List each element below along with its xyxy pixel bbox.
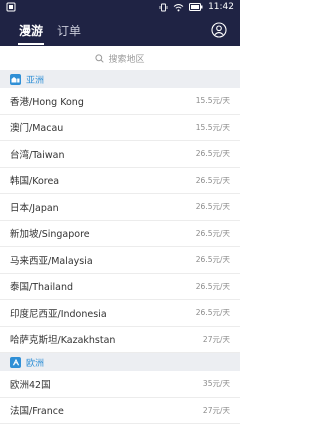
search-placeholder: 搜索地区	[108, 54, 145, 65]
region-name: 哈萨克斯坦/Kazakhstan	[10, 335, 116, 347]
region-price: 26.5元/天	[195, 175, 230, 185]
region-name: 台湾/Taiwan	[10, 149, 65, 161]
region-name: 欧洲42国	[10, 379, 51, 391]
section-title: 欧洲	[26, 358, 45, 369]
battery-icon	[189, 3, 203, 11]
list-item[interactable]: 欧洲42国 35元/天	[0, 371, 240, 398]
search-input[interactable]: 搜索地区	[95, 52, 145, 65]
list-item[interactable]: 法国/France 27元/天	[0, 398, 240, 424]
list-item[interactable]: 新加坡/Singapore 26.5元/天	[0, 221, 240, 247]
list-item[interactable]: 日本/Japan 26.5元/天	[0, 194, 240, 221]
status-time: 11:42	[208, 2, 234, 12]
region-price: 26.5元/天	[195, 281, 230, 291]
list-item[interactable]: 印度尼西亚/Indonesia 26.5元/天	[0, 300, 240, 327]
region-price: 26.5元/天	[195, 228, 230, 238]
europe-section-icon	[10, 356, 21, 368]
region-price: 15.5元/天	[195, 122, 230, 132]
search-bar[interactable]: 搜索地区	[0, 46, 240, 70]
region-list: 亚洲 香港/Hong Kong 15.5元/天 澳门/Macau 15.5元/天 台…	[0, 70, 240, 424]
list-item[interactable]: 韩国/Korea 26.5元/天	[0, 168, 240, 194]
asia-section-icon	[10, 73, 21, 85]
region-price: 35元/天	[202, 379, 230, 389]
section-header-asia: 亚洲	[0, 70, 240, 88]
region-name: 韩国/Korea	[10, 176, 60, 188]
region-price: 15.5元/天	[195, 96, 230, 106]
list-item[interactable]: 香港/Hong Kong 15.5元/天	[0, 88, 240, 115]
region-name: 印度尼西亚/Indonesia	[10, 308, 107, 320]
region-price: 26.5元/天	[195, 308, 230, 318]
section-title: 亚洲	[26, 75, 45, 86]
account-icon[interactable]	[211, 22, 227, 38]
vibrate-icon	[159, 3, 168, 11]
tab-roaming[interactable]: 漫游	[18, 23, 44, 45]
region-name: 澳门/Macau	[10, 123, 64, 135]
region-price: 26.5元/天	[195, 149, 230, 159]
region-price: 27元/天	[202, 405, 230, 415]
search-icon	[95, 53, 105, 63]
region-name: 泰国/Thailand	[10, 282, 73, 294]
header: 漫游 订单	[0, 14, 240, 46]
region-price: 26.5元/天	[195, 255, 230, 265]
list-item[interactable]: 泰国/Thailand 26.5元/天	[0, 274, 240, 300]
region-price: 26.5元/天	[195, 202, 230, 212]
list-item[interactable]: 马来西亚/Malaysia 26.5元/天	[0, 247, 240, 274]
region-name: 新加坡/Singapore	[10, 229, 90, 241]
list-item[interactable]: 台湾/Taiwan 26.5元/天	[0, 141, 240, 168]
app-notification-icon	[6, 2, 16, 12]
wifi-icon	[173, 3, 184, 11]
region-name: 马来西亚/Malaysia	[10, 255, 93, 267]
region-price: 27元/天	[202, 334, 230, 344]
region-name: 法国/France	[10, 406, 64, 418]
region-name: 香港/Hong Kong	[10, 96, 84, 108]
region-name: 日本/Japan	[10, 202, 59, 214]
list-item[interactable]: 澳门/Macau 15.5元/天	[0, 115, 240, 141]
section-header-europe: 欧洲	[0, 353, 240, 371]
list-item[interactable]: 哈萨克斯坦/Kazakhstan 27元/天	[0, 327, 240, 353]
tab-orders[interactable]: 订单	[57, 23, 81, 45]
status-bar: 11:42	[0, 0, 240, 14]
